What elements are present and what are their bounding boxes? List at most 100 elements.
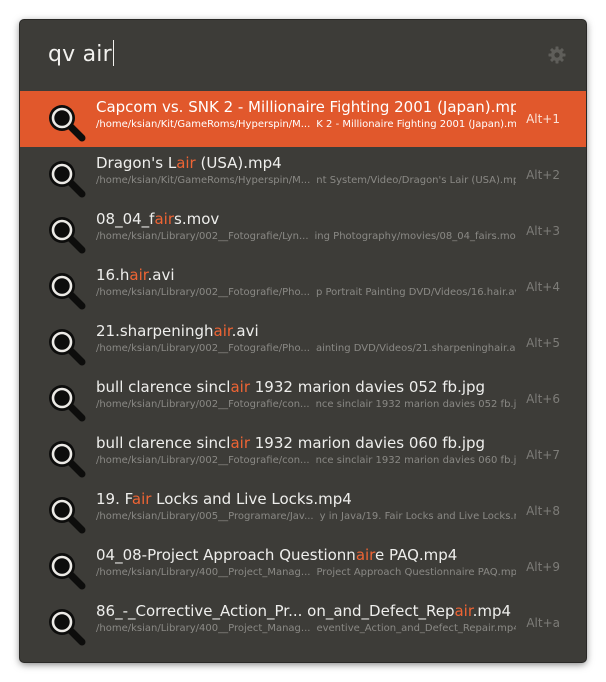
result-title-prefix: bull clarence sincl bbox=[96, 378, 231, 396]
result-title-suffix: 1932 marion davies 060 fb.jpg bbox=[250, 434, 486, 452]
result-title-prefix: 86_-_Corrective_Action_Pr... on_and_Defe… bbox=[96, 602, 455, 620]
result-title-suffix: (USA).mp4 bbox=[195, 154, 282, 172]
result-path: /home/ksian/Kit/GameRoms/Hyperspin/M... K… bbox=[96, 119, 516, 130]
text-caret bbox=[112, 40, 114, 66]
result-row[interactable]: Dragon's Lair (USA).mp4/home/ksian/Kit/G… bbox=[20, 147, 586, 203]
result-title-prefix: bull clarence sincl bbox=[96, 434, 231, 452]
result-shortcut: Alt+6 bbox=[526, 392, 560, 406]
magnifier-icon bbox=[49, 161, 86, 198]
result-path: /home/ksian/Library/002__Fotografie/Lyn.… bbox=[96, 231, 516, 242]
result-title-suffix: .avi bbox=[147, 266, 175, 284]
result-title: 86_-_Corrective_Action_Pr... on_and_Defe… bbox=[96, 602, 516, 620]
result-title-suffix: 1932 marion davies 052 fb.jpg bbox=[250, 378, 486, 396]
result-shortcut: Alt+a bbox=[526, 616, 560, 630]
result-path-end: nce sinclair 1932 marion davies 060 fb.j… bbox=[315, 455, 516, 466]
result-path-start: /home/ksian/Library/002__Fotografie/con.… bbox=[96, 455, 310, 466]
result-title-match: air bbox=[129, 266, 148, 284]
result-path-start: /home/ksian/Library/002__Fotografie/con.… bbox=[96, 399, 310, 410]
result-row[interactable]: bull clarence sinclair 1932 marion davie… bbox=[20, 427, 586, 483]
result-title: 21.sharpeninghair.avi bbox=[96, 322, 516, 340]
result-path-end: Project Approach Questionnaire PAQ.mp4 bbox=[316, 567, 516, 578]
result-path-end: y in Java/19. Fair Locks and Live Locks.… bbox=[319, 511, 516, 522]
result-shortcut: Alt+8 bbox=[526, 504, 560, 518]
result-title-suffix: .avi bbox=[231, 322, 259, 340]
result-path-start: /home/ksian/Library/400__Project_Manag..… bbox=[96, 567, 311, 578]
result-title: bull clarence sinclair 1932 marion davie… bbox=[96, 378, 516, 396]
result-shortcut: Alt+3 bbox=[526, 224, 560, 238]
result-title-suffix: Locks and Live Locks.mp4 bbox=[151, 490, 352, 508]
result-shortcut: Alt+5 bbox=[526, 336, 560, 350]
result-path: /home/ksian/Library/002__Fotografie/Pho.… bbox=[96, 287, 516, 298]
magnifier-icon bbox=[49, 217, 86, 254]
result-title-prefix: 04_08-Project Approach Questionn bbox=[96, 546, 356, 564]
result-row[interactable]: bull clarence sinclair 1932 marion davie… bbox=[20, 371, 586, 427]
result-title-suffix: s.mov bbox=[174, 210, 220, 228]
result-title-prefix: 21.sharpeningh bbox=[96, 322, 214, 340]
result-title-suffix: e Fighting 2001 (Japan).mp4 bbox=[315, 98, 516, 116]
result-title-match: air bbox=[131, 490, 152, 508]
result-path-start: /home/ksian/Library/400__Project_Manag..… bbox=[96, 623, 311, 634]
launcher-window: qv air Capcom vs. SNK 2 - Millionaire Fi… bbox=[20, 20, 586, 662]
result-path-end: K 2 - Millionaire Fighting 2001 (Japan).… bbox=[316, 119, 516, 130]
result-title-match: air bbox=[213, 322, 232, 340]
result-title-match: air bbox=[230, 378, 250, 396]
result-shortcut: Alt+1 bbox=[526, 112, 560, 126]
magnifier-icon bbox=[49, 553, 86, 590]
result-row[interactable]: 16.hair.avi/home/ksian/Library/002__Foto… bbox=[20, 259, 586, 315]
result-path-end: p Portrait Painting DVD/Videos/16.hair.a… bbox=[315, 287, 516, 298]
result-path: /home/ksian/Library/002__Fotografie/con.… bbox=[96, 455, 516, 466]
result-title-prefix: 19. F bbox=[96, 490, 132, 508]
result-shortcut: Alt+7 bbox=[526, 448, 560, 462]
result-path-start: /home/ksian/Library/005__Programare/Jav.… bbox=[96, 511, 314, 522]
result-path-start: /home/ksian/Library/002__Fotografie/Pho.… bbox=[96, 287, 310, 298]
result-row[interactable]: 04_08-Project Approach Questionnaire PAQ… bbox=[20, 539, 586, 595]
result-path-end: eventive_Action_and_Defect_Repair.mp4 bbox=[316, 623, 516, 634]
result-title-match: air bbox=[176, 154, 196, 172]
search-bar[interactable]: qv air bbox=[20, 20, 586, 90]
result-row[interactable]: 19. Fair Locks and Live Locks.mp4/home/k… bbox=[20, 483, 586, 539]
result-row[interactable]: 08_04_fairs.mov/home/ksian/Library/002__… bbox=[20, 203, 586, 259]
result-path-start: /home/ksian/Kit/GameRoms/Hyperspin/M... bbox=[96, 175, 311, 186]
magnifier-icon bbox=[49, 329, 86, 366]
result-title: 08_04_fairs.mov bbox=[96, 210, 516, 228]
result-title-match: air bbox=[355, 546, 376, 564]
magnifier-icon bbox=[49, 497, 86, 534]
result-title-prefix: 16.h bbox=[96, 266, 130, 284]
result-title: Capcom vs. SNK 2 - Millionaire Fighting … bbox=[96, 98, 516, 116]
result-shortcut: Alt+4 bbox=[526, 280, 560, 294]
result-title-suffix: .mp4 bbox=[472, 602, 512, 620]
magnifier-icon bbox=[49, 441, 86, 478]
result-shortcut: Alt+2 bbox=[526, 168, 560, 182]
result-title-match: air bbox=[296, 98, 316, 116]
search-input[interactable]: qv air bbox=[48, 40, 114, 67]
result-title: Dragon's Lair (USA).mp4 bbox=[96, 154, 516, 172]
magnifier-icon bbox=[49, 609, 86, 646]
result-row[interactable]: 21.sharpeninghair.avi/home/ksian/Library… bbox=[20, 315, 586, 371]
result-path-start: /home/ksian/Library/002__Fotografie/Lyn.… bbox=[96, 231, 309, 242]
result-title-match: air bbox=[230, 434, 250, 452]
result-title-prefix: 08_04_f bbox=[96, 210, 155, 228]
result-path-end: nt System/Video/Dragon's Lair (USA).mp4 bbox=[316, 175, 516, 186]
result-title: bull clarence sinclair 1932 marion davie… bbox=[96, 434, 516, 452]
result-shortcut: Alt+9 bbox=[526, 560, 560, 574]
result-title-match: air bbox=[154, 210, 174, 228]
result-title-suffix: e PAQ.mp4 bbox=[375, 546, 458, 564]
result-path-end: ainting DVD/Videos/21.sharpeninghair.avi bbox=[315, 343, 516, 354]
result-path: /home/ksian/Library/400__Project_Manag..… bbox=[96, 567, 516, 578]
result-path: /home/ksian/Kit/GameRoms/Hyperspin/M... n… bbox=[96, 175, 516, 186]
result-title-prefix: Capcom vs. SNK 2 - Million bbox=[96, 98, 297, 116]
result-title-prefix: Dragon's L bbox=[96, 154, 177, 172]
result-path-start: /home/ksian/Library/002__Fotografie/Pho.… bbox=[96, 343, 310, 354]
result-row[interactable]: 86_-_Corrective_Action_Pr... on_and_Defe… bbox=[20, 595, 586, 651]
result-path-start: /home/ksian/Kit/GameRoms/Hyperspin/M... bbox=[96, 119, 311, 130]
result-path: /home/ksian/Library/005__Programare/Jav.… bbox=[96, 511, 516, 522]
result-path-end: ing Photography/movies/08_04_fairs.mov bbox=[314, 231, 516, 242]
result-title-match: air bbox=[454, 602, 473, 620]
result-row[interactable]: Capcom vs. SNK 2 - Millionaire Fighting … bbox=[20, 91, 586, 147]
magnifier-icon bbox=[49, 105, 86, 142]
result-title: 16.hair.avi bbox=[96, 266, 516, 284]
result-path: /home/ksian/Library/002__Fotografie/Pho.… bbox=[96, 343, 516, 354]
magnifier-icon bbox=[49, 273, 86, 310]
gear-icon[interactable] bbox=[547, 45, 567, 65]
results-list: Capcom vs. SNK 2 - Millionaire Fighting … bbox=[20, 91, 586, 651]
